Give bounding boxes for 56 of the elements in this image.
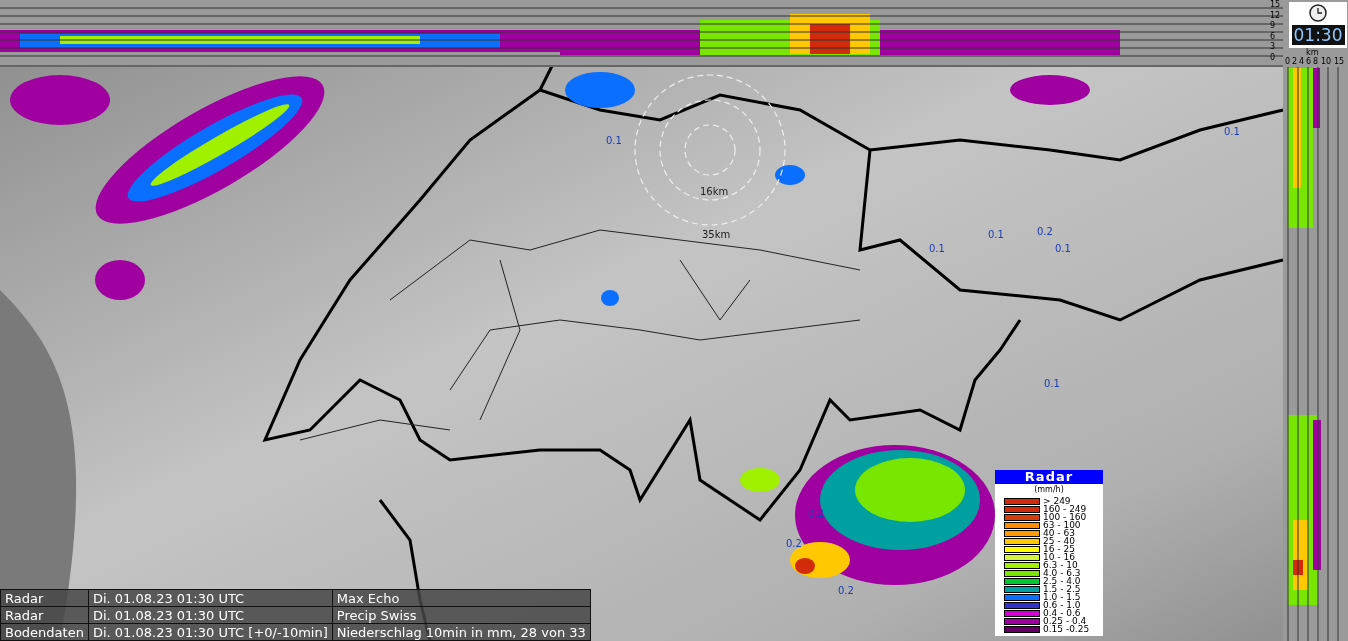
table-cell: Niederschlag 10min in mm, 28 von 33	[332, 623, 591, 641]
legend-label: 40 - 63	[1043, 529, 1075, 537]
axis-unit: km	[1306, 49, 1319, 57]
distance-tick: 4	[1299, 58, 1305, 66]
legend-title: Radar	[995, 470, 1103, 484]
table-cell: Di. 01.08.23 01:30 UTC	[88, 606, 333, 624]
legend-label: 100 - 160	[1043, 513, 1087, 521]
distance-tick: 10	[1321, 58, 1332, 66]
distance-tick: 8	[1313, 58, 1319, 66]
precip-value: 0.2	[808, 508, 824, 519]
precip-value: 0.1	[1055, 243, 1071, 254]
range-label: 16km	[700, 186, 729, 197]
legend-label: 160 - 249	[1043, 505, 1087, 513]
height-tick: 12	[1270, 11, 1281, 20]
precip-value: 0.1	[1044, 378, 1060, 389]
distance-tick: 6	[1306, 58, 1312, 66]
legend-label: 10 - 16	[1043, 553, 1075, 561]
height-tick: 6	[1270, 32, 1276, 41]
time-display: 01:30	[1291, 25, 1345, 45]
legend-label: 16 - 25	[1043, 545, 1075, 553]
table-cell: Bodendaten	[0, 623, 89, 641]
precip-value: 0.2	[838, 585, 854, 596]
legend-label: 2.5 - 4.0	[1043, 577, 1081, 585]
height-tick: 0	[1270, 53, 1276, 62]
precip-value: 0.1	[1224, 126, 1240, 137]
legend-label: 63 - 100	[1043, 521, 1081, 529]
table-cell: Radar	[0, 589, 89, 607]
range-label: 35km	[702, 229, 731, 240]
distance-tick: 15	[1334, 58, 1345, 66]
precip-value: 0.1	[606, 135, 622, 146]
legend-label: 25 - 40	[1043, 537, 1075, 545]
height-tick: 3	[1270, 43, 1276, 51]
legend-label: 0.25 - 0.4	[1043, 617, 1087, 625]
table-cell: Di. 01.08.23 01:30 UTC	[88, 589, 333, 607]
table-cell: Precip Swiss	[332, 606, 591, 624]
legend-label: 4.0 - 6.3	[1043, 569, 1081, 577]
height-tick: 9	[1270, 22, 1276, 30]
table-cell: Di. 01.08.23 01:30 UTC [+0/-10min]	[88, 623, 333, 641]
distance-tick: 0	[1285, 58, 1291, 66]
table-cell: Max Echo	[332, 589, 591, 607]
precip-value: 0.2	[786, 538, 802, 549]
precip-value: 0.2	[1037, 226, 1053, 237]
precip-value: 0.1	[988, 229, 1004, 240]
distance-tick: 2	[1292, 58, 1298, 66]
legend-label: 0.4 - 0.6	[1043, 609, 1081, 617]
legend-label: 1.0 - 1.5	[1043, 593, 1081, 601]
legend-unit: (mm/h)	[1033, 484, 1065, 495]
table-cell: Radar	[0, 606, 89, 624]
clock-icon	[1309, 4, 1327, 22]
precip-value: 0.1	[929, 243, 945, 254]
height-tick: 15	[1270, 1, 1281, 9]
legend-label: 0.6 - 1.0	[1043, 601, 1081, 609]
legend-label: 1.5 - 2.5	[1043, 585, 1081, 593]
legend-label: > 249	[1043, 497, 1071, 505]
legend-label: 0.15 -0.25	[1043, 625, 1090, 633]
legend-label: 6.3 - 10	[1043, 561, 1078, 569]
